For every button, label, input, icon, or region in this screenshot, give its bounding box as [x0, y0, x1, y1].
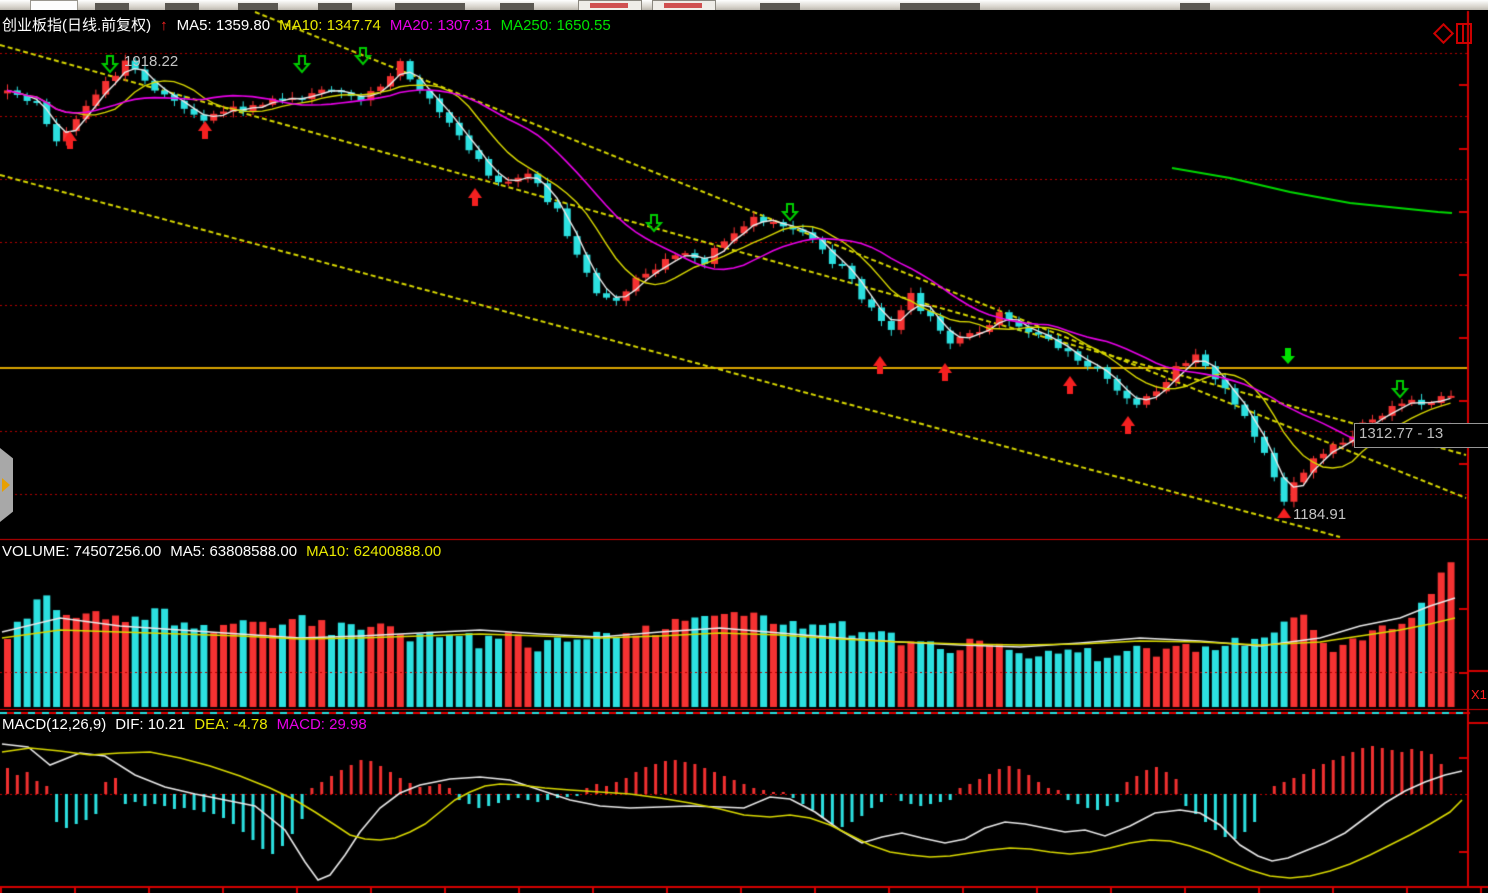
instrument-title: 创业板指(日线.前复权) — [2, 17, 151, 34]
volume-value: VOLUME: 74507256.00 — [2, 543, 161, 560]
macd-name: MACD(12,26,9) — [2, 716, 106, 733]
dif-value: DIF: 10.21 — [115, 716, 185, 733]
menu-item-stub[interactable] — [900, 3, 980, 10]
menu-item-stub[interactable] — [95, 3, 129, 10]
dea-value: DEA: -4.78 — [194, 716, 267, 733]
ma20-value: MA20: 1307.31 — [390, 17, 492, 34]
menu-item-stub[interactable] — [318, 3, 352, 10]
ma5-value: MA5: 1359.80 — [177, 17, 270, 34]
menu-item-stub[interactable] — [395, 3, 465, 10]
ma10-value: MA10: 1347.74 — [279, 17, 381, 34]
menu-item-stub[interactable] — [238, 3, 278, 10]
quote-value-stub — [664, 3, 702, 8]
menu-item-stub[interactable] — [760, 3, 800, 10]
volume-ma10-value: MA10: 62400888.00 — [306, 543, 441, 560]
sidebar-flyout-handle[interactable] — [0, 448, 13, 522]
split-panel-icon[interactable] — [1456, 23, 1472, 44]
menu-item-stub[interactable] — [1180, 3, 1210, 10]
volume-ma5-value: MA5: 63808588.00 — [170, 543, 297, 560]
menu-item-stub[interactable] — [500, 3, 534, 10]
app-window: 创业板指(日线.前复权) ↑ MA5: 1359.80 MA10: 1347.74 MA… — [0, 0, 1488, 893]
macd-header: MACD(12,26,9) DIF: 10.21 DEA: -4.78 MACD: 2… — [2, 716, 376, 733]
volume-scale-label: X1 — [1471, 687, 1487, 702]
price-range-tooltip: 1312.77 - 13 — [1354, 423, 1488, 448]
main-chart-header: 创业板指(日线.前复权) ↑ MA5: 1359.80 MA10: 1347.74 MA… — [2, 14, 620, 35]
expand-arrow-icon — [2, 478, 10, 492]
menu-item-stub[interactable] — [165, 3, 199, 10]
macd-value: MACD: 29.98 — [277, 716, 367, 733]
high-price-label: 1918.22 — [124, 53, 178, 70]
ma250-value: MA250: 1650.55 — [501, 17, 611, 34]
up-arrow-icon: ↑ — [160, 17, 168, 34]
low-price-label: 1184.91 — [1293, 506, 1346, 523]
volume-header: VOLUME: 74507256.00 MA5: 63808588.00 MA10:… — [2, 543, 450, 560]
chart-canvas[interactable] — [0, 10, 1488, 893]
quote-value-stub — [590, 3, 628, 8]
